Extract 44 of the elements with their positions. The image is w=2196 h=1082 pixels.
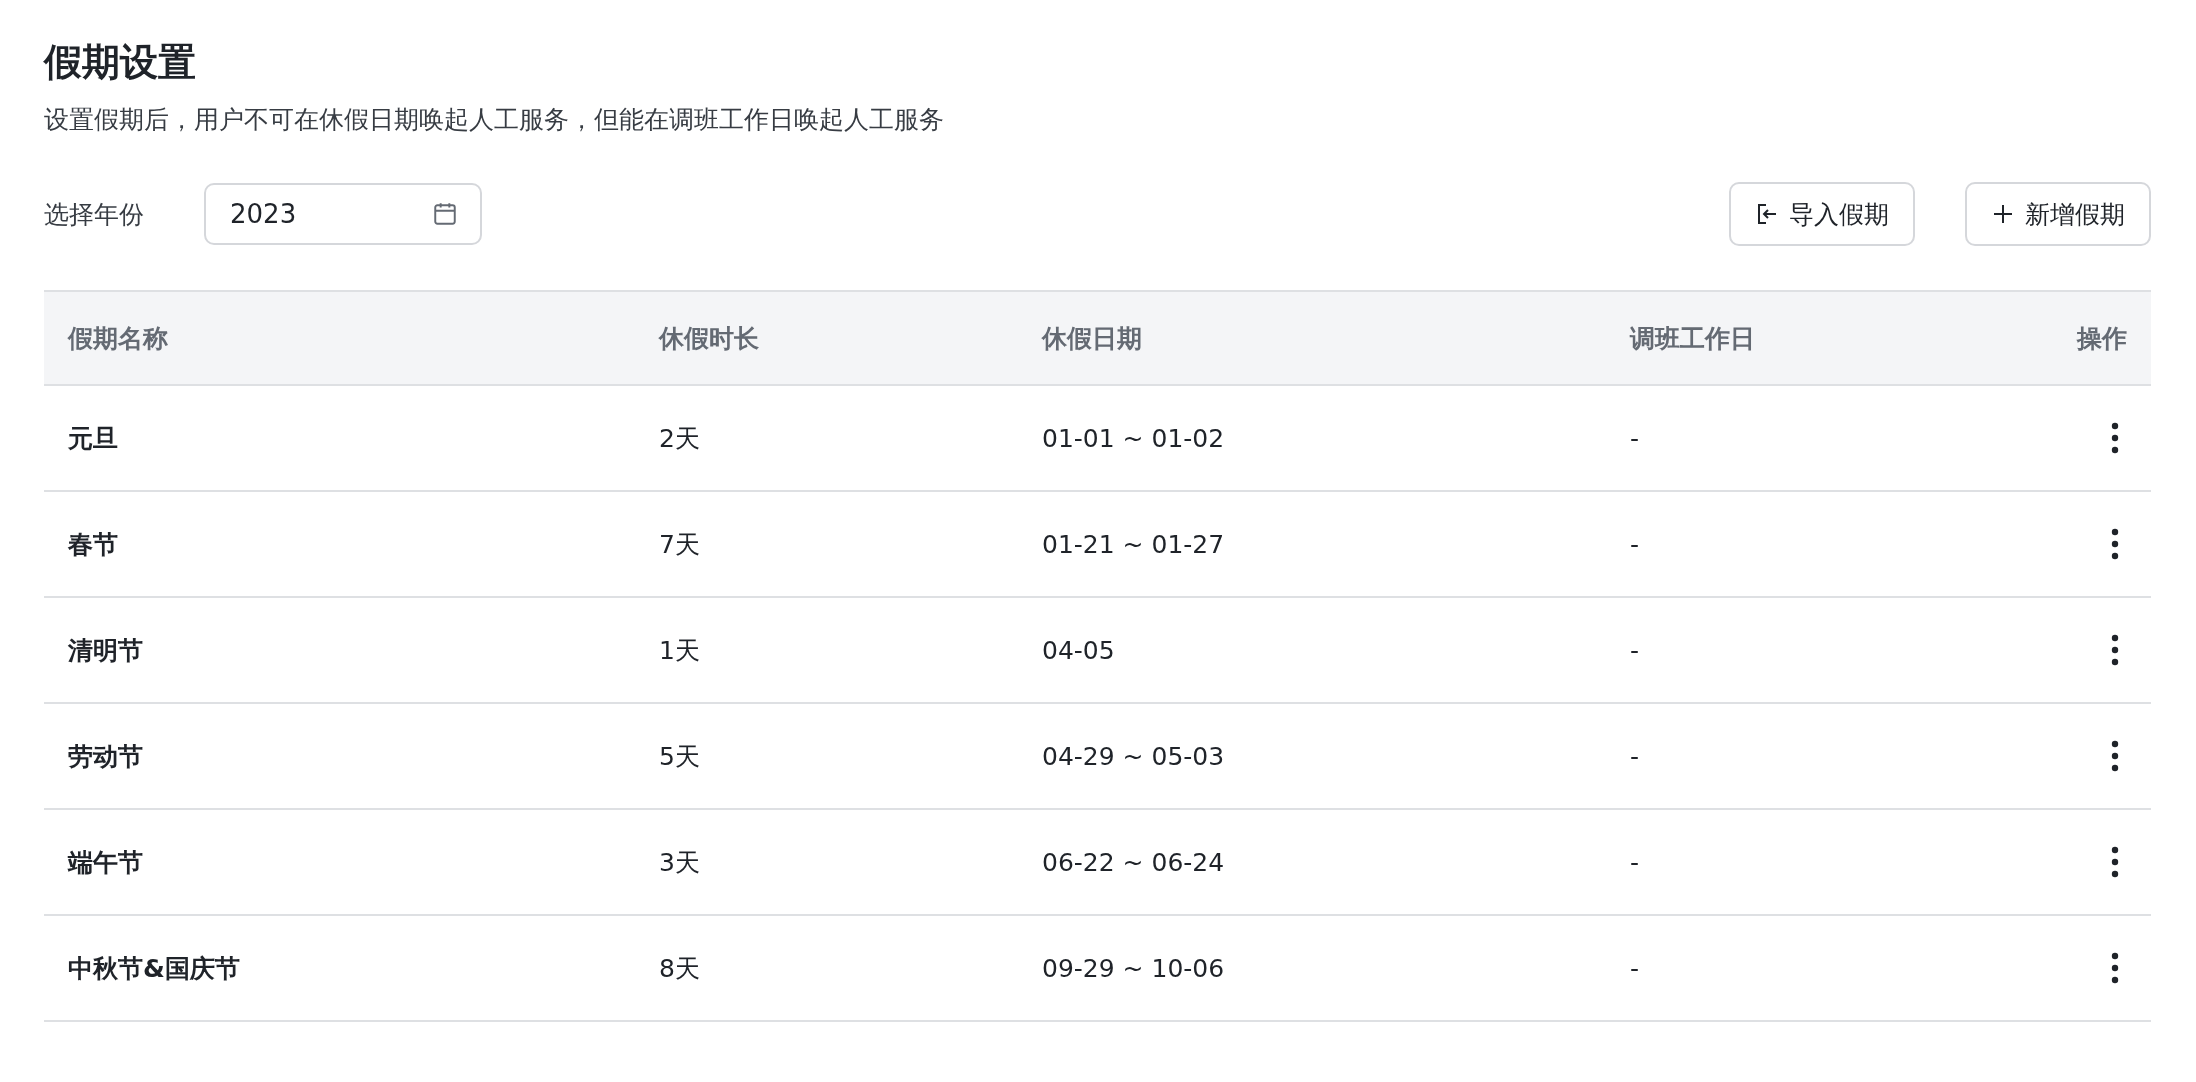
- holiday-duration: 2天: [659, 422, 700, 455]
- column-header: 调班工作日: [1630, 322, 1755, 355]
- holiday-dates: 04-29 ~ 05-03: [1042, 741, 1225, 771]
- year-label: 选择年份: [44, 198, 145, 231]
- holiday-dates: 01-21 ~ 01-27: [1042, 529, 1225, 559]
- holiday-duration: 5天: [659, 740, 700, 773]
- holiday-dates: 09-29 ~ 10-06: [1042, 953, 1225, 983]
- column-header: 休假时长: [659, 322, 759, 355]
- year-picker[interactable]: 2023: [204, 183, 482, 245]
- holiday-name: 中秋节&国庆节: [68, 952, 240, 985]
- import-icon: [1755, 202, 1779, 226]
- holiday-dates: 01-01 ~ 01-02: [1042, 423, 1225, 453]
- workday-cell: -: [1630, 953, 1640, 983]
- workday-cell: -: [1630, 423, 1640, 453]
- add-holiday-button[interactable]: 新增假期: [1965, 182, 2151, 246]
- plus-icon: [1991, 202, 2015, 226]
- workday-cell: -: [1630, 529, 1640, 559]
- column-header: 假期名称: [68, 322, 168, 355]
- holiday-name: 元旦: [68, 422, 118, 455]
- holiday-name: 端午节: [68, 846, 143, 879]
- holiday-dates: 06-22 ~ 06-24: [1042, 847, 1225, 877]
- holiday-duration: 7天: [659, 528, 700, 561]
- holiday-dates: 04-05: [1042, 635, 1115, 665]
- more-icon: [2111, 846, 2119, 878]
- holiday-duration: 1天: [659, 634, 700, 667]
- page-title: 假期设置: [44, 39, 197, 86]
- workday-cell: -: [1630, 635, 1640, 665]
- import-holiday-button[interactable]: 导入假期: [1729, 182, 1915, 246]
- column-header: 休假日期: [1042, 322, 1142, 355]
- holiday-duration: 3天: [659, 846, 700, 879]
- column-header: 操作: [2077, 322, 2127, 355]
- holiday-duration: 8天: [659, 952, 700, 985]
- more-icon: [2111, 528, 2119, 560]
- calendar-icon: [432, 201, 458, 227]
- workday-cell: -: [1630, 741, 1640, 771]
- more-icon: [2111, 740, 2119, 772]
- more-icon: [2111, 422, 2119, 454]
- more-icon: [2111, 952, 2119, 984]
- holiday-name: 劳动节: [68, 740, 143, 773]
- holiday-name: 清明节: [68, 634, 143, 667]
- workday-cell: -: [1630, 847, 1640, 877]
- more-icon: [2111, 634, 2119, 666]
- page-description: 设置假期后，用户不可在休假日期唤起人工服务，但能在调班工作日唤起人工服务: [44, 104, 945, 136]
- holiday-name: 春节: [68, 528, 118, 561]
